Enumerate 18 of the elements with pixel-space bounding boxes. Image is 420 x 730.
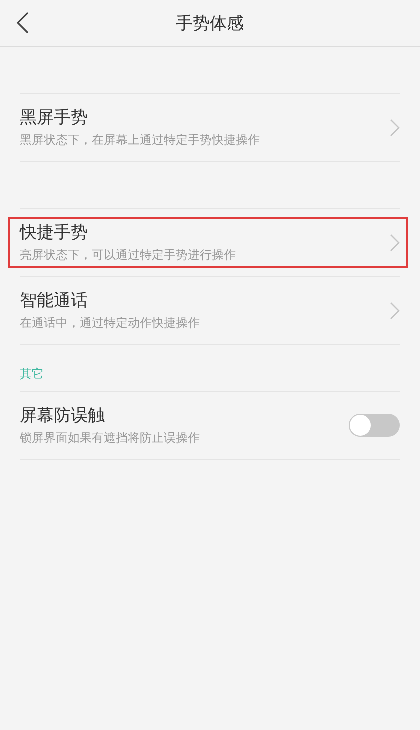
chevron-right-icon [390, 302, 400, 320]
settings-row[interactable]: 黑屏手势 黑屏状态下，在屏幕上通过特定手势快捷操作 [20, 94, 400, 162]
row-title: 屏幕防误触 [20, 405, 106, 427]
row-subtitle: 锁屏界面如果有遮挡将防止误操作 [20, 430, 201, 447]
settings-row[interactable]: 智能通话 在通话中，通过特定动作快捷操作 [20, 277, 400, 345]
row-subtitle: 在通话中，通过特定动作快捷操作 [20, 315, 201, 332]
row-subtitle: 亮屏状态下，可以通过特定手势进行操作 [20, 247, 237, 264]
section-title: 其它 [20, 366, 44, 383]
row-title: 黑屏手势 [20, 107, 89, 129]
row-subtitle: 黑屏状态下，在屏幕上通过特定手势快捷操作 [20, 132, 261, 149]
page-title: 手势体感 [176, 12, 244, 34]
toggle-switch[interactable] [349, 414, 400, 437]
chevron-right-icon [390, 234, 400, 252]
row-title: 智能通话 [20, 290, 89, 312]
row-title: 快捷手势 [20, 222, 89, 244]
settings-row[interactable]: 屏幕防误触 锁屏界面如果有遮挡将防止误操作 [20, 392, 400, 460]
chevron-right-icon [390, 118, 400, 136]
settings-row[interactable]: 快捷手势 亮屏状态下，可以通过特定手势进行操作 [20, 209, 400, 277]
